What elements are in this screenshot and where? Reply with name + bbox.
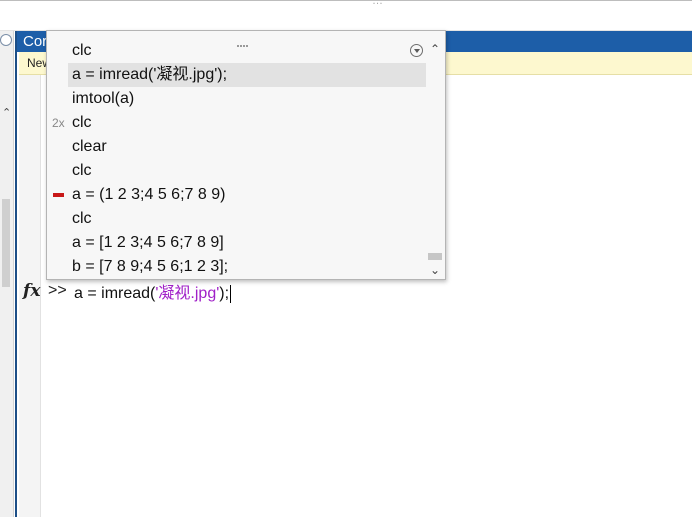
command-prefix: a = imread( (74, 285, 156, 302)
command-input[interactable]: a = imread('凝视.jpg'); (74, 279, 232, 303)
history-item-text: b = [7 8 9;4 5 6;1 2 3]; (72, 258, 229, 275)
repeat-count-badge: 2x (52, 116, 65, 130)
workspace-side-panel: ⌃ (0, 31, 14, 517)
history-item[interactable]: a = (1 2 3;4 5 6;7 8 9) (47, 183, 427, 207)
scrollbar-thumb[interactable] (428, 253, 442, 260)
history-item-text: clear (72, 138, 107, 155)
history-item[interactable]: 2x clc (47, 111, 427, 135)
command-window-title: Cor (23, 33, 48, 50)
panel-toggle-icon[interactable] (0, 34, 12, 46)
history-item-text: clc (72, 162, 92, 179)
window-titlebar: … (0, 0, 692, 31)
titlebar-border (0, 0, 692, 1)
history-item-text: a = imread('凝视.jpg'); (72, 66, 228, 83)
window-title: … (372, 0, 383, 7)
history-item[interactable]: imtool(a) (47, 87, 427, 111)
history-item-text: imtool(a) (72, 90, 135, 107)
history-item[interactable]: a = [1 2 3;4 5 6;7 8 9] (47, 231, 427, 255)
history-item[interactable]: clear (47, 135, 427, 159)
command-string-literal: '凝视.jpg' (155, 285, 220, 302)
history-item-text: a = [1 2 3;4 5 6;7 8 9] (72, 234, 224, 251)
history-item-text: a = (1 2 3;4 5 6;7 8 9) (72, 186, 226, 203)
scroll-up-icon[interactable]: ⌃ (430, 42, 440, 56)
history-scrollbar[interactable]: ⌃ ⌄ (428, 39, 444, 277)
function-browser-icon[interactable]: fx (23, 281, 47, 301)
error-marker-icon (53, 193, 64, 197)
history-item-text: clc (72, 210, 92, 227)
history-item[interactable]: clc (47, 207, 427, 231)
command-history-list: clc a = imread('凝视.jpg'); imtool(a) 2x clc cl… (47, 39, 427, 279)
chevron-up-icon[interactable]: ⌃ (2, 106, 11, 119)
prompt-symbol: >> (48, 282, 67, 299)
history-item[interactable]: b = [7 8 9;4 5 6;1 2 3]; (47, 255, 427, 279)
side-panel-scrollbar[interactable] (2, 199, 10, 287)
history-item-text: clc (72, 114, 92, 131)
command-prompt-line[interactable]: fx >> a = imread('凝视.jpg'); (23, 279, 232, 303)
history-item[interactable]: clc (47, 159, 427, 183)
history-options-icon[interactable] (410, 44, 423, 57)
command-suffix: ); (219, 285, 230, 302)
command-history-popup[interactable]: clc a = imread('凝视.jpg'); imtool(a) 2x clc cl… (46, 30, 446, 280)
scroll-down-icon[interactable]: ⌄ (430, 263, 440, 277)
history-item[interactable]: clc (47, 39, 427, 63)
history-item[interactable]: a = imread('凝视.jpg'); (68, 63, 426, 87)
text-caret (230, 284, 232, 303)
history-item-text: clc (72, 42, 92, 59)
